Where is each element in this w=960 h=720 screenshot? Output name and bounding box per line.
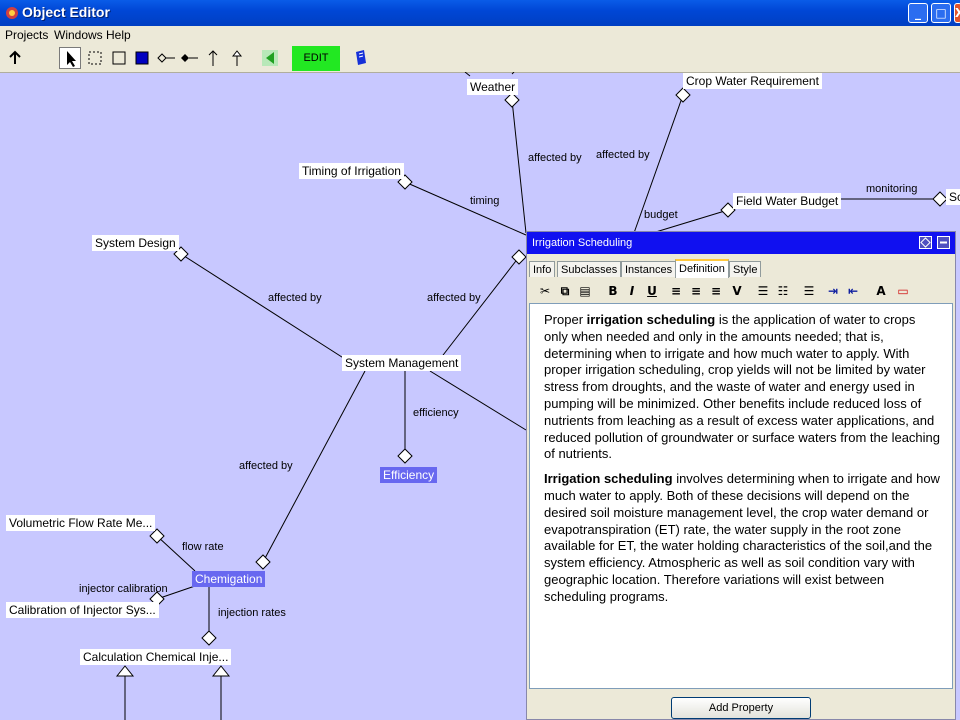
tab-instances[interactable]: Instances xyxy=(621,261,677,277)
edge-label-efficiency: efficiency xyxy=(413,407,459,419)
diamond-crop-water xyxy=(675,87,691,103)
marquee-select-icon[interactable] xyxy=(84,47,106,69)
node-weather[interactable]: Weather xyxy=(467,79,519,95)
toolbar: EDIT xyxy=(0,44,960,73)
node-calibration-injector[interactable]: Calibration of Injector Sys... xyxy=(6,602,159,618)
edge-label-monitoring: monitoring xyxy=(866,183,918,195)
filled-rectangle-icon[interactable] xyxy=(131,47,153,69)
tab-info[interactable]: Info xyxy=(529,261,556,277)
cut-icon[interactable]: ✂ xyxy=(537,284,553,298)
copy-icon[interactable]: ⧉ xyxy=(557,284,573,299)
edge-label-injector-calibration: injector calibration xyxy=(79,583,168,595)
edge-label-affected-by-design: affected by xyxy=(268,292,322,304)
tab-definition[interactable]: Definition xyxy=(675,259,729,278)
tab-style[interactable]: Style xyxy=(729,261,762,277)
node-system-design[interactable]: System Design xyxy=(92,235,179,251)
diamond-monitoring xyxy=(932,191,948,207)
edge-label-affected-by-chemigation: affected by xyxy=(239,460,293,472)
italic-icon[interactable]: I xyxy=(624,284,640,298)
panel-minimize-icon[interactable] xyxy=(937,236,950,249)
paste-icon[interactable]: ▤ xyxy=(577,284,593,298)
irrigation-scheduling-panel: Irrigation Scheduling Info Subclasses In… xyxy=(526,231,956,720)
edge-system-design xyxy=(180,253,346,360)
edge-timing xyxy=(404,181,527,236)
tab-subclasses[interactable]: Subclasses xyxy=(557,261,622,277)
panel-header[interactable]: Irrigation Scheduling xyxy=(527,232,955,254)
app-icon xyxy=(6,7,18,19)
node-field-water-budget[interactable]: Field Water Budget xyxy=(733,193,842,209)
align-center-icon[interactable]: ≡ xyxy=(688,284,704,298)
edge-label-affected-by-weather: affected by xyxy=(528,152,582,164)
arrow-line-icon[interactable] xyxy=(202,47,224,69)
edge-label-injection-rates: injection rates xyxy=(218,607,286,619)
close-button[interactable]: X xyxy=(954,3,960,23)
outdent-icon[interactable]: ⇤ xyxy=(845,284,861,298)
diamond-weather xyxy=(504,92,520,108)
node-timing-of-irrigation[interactable]: Timing of Irrigation xyxy=(299,163,404,179)
node-chemigation[interactable]: Chemigation xyxy=(192,571,266,587)
edge-label-timing: timing xyxy=(470,195,500,207)
edge-top-left xyxy=(464,72,471,77)
back-arrow-icon[interactable] xyxy=(259,47,281,69)
window-title: Object Editor xyxy=(22,4,110,20)
node-system-management[interactable]: System Management xyxy=(342,355,462,371)
edge-label-flow-rate: flow rate xyxy=(182,541,224,553)
font-icon[interactable]: A xyxy=(873,284,889,298)
node-volumetric-flow-rate[interactable]: Volumetric Flow Rate Me... xyxy=(6,515,156,531)
rectangle-icon[interactable] xyxy=(108,47,130,69)
panel-title: Irrigation Scheduling xyxy=(532,237,633,249)
node-crop-water-requirement[interactable]: Crop Water Requirement xyxy=(683,73,822,89)
numbered-list-icon[interactable]: ☷ xyxy=(775,284,791,298)
definition-paragraph-2: Irrigation scheduling involves determini… xyxy=(544,471,940,604)
underline-icon[interactable]: U xyxy=(644,284,660,298)
edge-label-affected-by-management: affected by xyxy=(427,292,481,304)
edge-label-budget: budget xyxy=(644,209,678,221)
bold-icon[interactable]: B xyxy=(605,284,621,298)
diamond-efficiency xyxy=(397,448,413,464)
filled-diamond-line-icon[interactable] xyxy=(178,47,200,69)
maximize-button[interactable]: □ xyxy=(931,3,951,23)
menu-projects[interactable]: Projects xyxy=(5,28,48,42)
node-calculation-chemical[interactable]: Calculation Chemical Inje... xyxy=(80,649,232,665)
edit-button[interactable]: EDIT xyxy=(292,46,340,71)
definition-text-area[interactable]: Proper irrigation scheduling is the appl… xyxy=(529,303,953,689)
menu-windows[interactable]: Windows xyxy=(54,28,103,42)
inheritance-line-icon[interactable] xyxy=(226,47,248,69)
triangle-calc-right xyxy=(211,665,231,677)
edge-top-right xyxy=(511,72,515,75)
title-bar: Object Editor _ □ X xyxy=(0,0,960,26)
text-color-icon[interactable]: ▭ xyxy=(895,284,911,298)
pointer-icon[interactable] xyxy=(59,47,81,69)
add-property-button[interactable]: Add Property xyxy=(671,697,811,719)
edge-weather xyxy=(511,99,527,234)
edge-system-management-up xyxy=(439,256,520,360)
spacing-icon[interactable]: V xyxy=(729,284,745,298)
line-spacing-icon[interactable]: ☰ xyxy=(801,284,817,298)
triangle-calc-left xyxy=(115,665,135,677)
up-arrow-icon[interactable] xyxy=(4,47,26,69)
panel-diamond-icon[interactable] xyxy=(919,236,932,249)
bullet-list-icon[interactable]: ☰ xyxy=(755,284,771,298)
align-left-icon[interactable]: ≡ xyxy=(668,284,684,298)
definition-paragraph-1: Proper irrigation scheduling is the appl… xyxy=(544,312,940,462)
menu-help[interactable]: Help xyxy=(106,28,131,42)
diamond-system-management-up xyxy=(511,249,527,265)
edge-system-management-right xyxy=(429,370,527,431)
node-efficiency[interactable]: Efficiency xyxy=(380,467,438,483)
align-right-icon[interactable]: ≡ xyxy=(708,284,724,298)
diamond-injection-rates xyxy=(201,630,217,646)
menu-bar: Projects Windows Help xyxy=(0,26,960,44)
minimize-button[interactable]: _ xyxy=(908,3,928,23)
indent-icon[interactable]: ⇥ xyxy=(825,284,841,298)
edge-label-affected-by-crop: affected by xyxy=(596,149,650,161)
node-partial-right[interactable]: Sc xyxy=(946,189,960,205)
open-diamond-line-icon[interactable] xyxy=(155,47,177,69)
diamond-chemigation-up xyxy=(255,554,271,570)
book-icon[interactable] xyxy=(350,47,372,69)
